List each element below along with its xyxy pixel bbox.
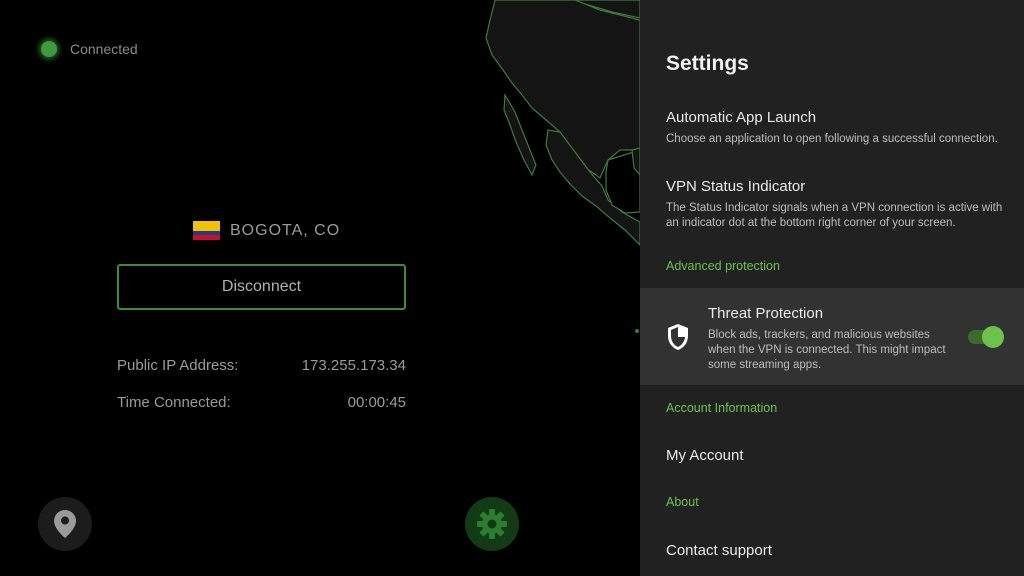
vpn-status-indicator-item[interactable]: VPN Status Indicator The Status Indicato…	[666, 178, 1006, 231]
my-account-item[interactable]: My Account	[666, 447, 744, 464]
location-display: BOGOTA, CO	[193, 221, 340, 240]
vpn-status-indicator-desc: The Status Indicator signals when a VPN …	[666, 202, 1003, 229]
public-ip-row: Public IP Address: 173.255.173.34	[117, 357, 406, 374]
section-advanced-protection: Advanced protection	[666, 259, 780, 273]
location-pin-icon	[54, 510, 76, 538]
public-ip-label: Public IP Address:	[117, 357, 239, 374]
section-account-information: Account Information	[666, 401, 778, 415]
time-connected-label: Time Connected:	[117, 394, 231, 411]
section-about: About	[666, 495, 699, 509]
status-dot-icon	[41, 41, 57, 57]
toggle-knob	[982, 326, 1004, 348]
automatic-app-launch-desc: Choose an application to open following …	[666, 133, 998, 145]
vpn-status-indicator-title: VPN Status Indicator	[666, 178, 806, 195]
settings-panel: Settings Automatic App Launch Choose an …	[640, 0, 1024, 576]
threat-protection-toggle[interactable]	[968, 326, 1004, 348]
contact-support-item[interactable]: Contact support	[666, 542, 772, 559]
automatic-app-launch-item[interactable]: Automatic App Launch Choose an applicati…	[666, 109, 1006, 147]
status-text: Connected	[70, 41, 138, 57]
time-connected-row: Time Connected: 00:00:45	[117, 394, 406, 411]
threat-protection-item[interactable]: Threat Protection Block ads, trackers, a…	[640, 288, 1024, 385]
settings-title: Settings	[666, 52, 749, 75]
gear-icon	[477, 509, 507, 539]
public-ip-value: 173.255.173.34	[301, 357, 406, 374]
settings-button[interactable]	[465, 497, 519, 551]
threat-protection-desc: Block ads, trackers, and malicious websi…	[708, 329, 946, 371]
connection-status: Connected	[41, 41, 138, 57]
location-name: BOGOTA, CO	[230, 221, 341, 239]
shield-icon	[668, 324, 688, 350]
automatic-app-launch-title: Automatic App Launch	[666, 109, 817, 126]
threat-protection-title: Threat Protection	[708, 305, 824, 322]
locations-button[interactable]	[38, 497, 92, 551]
main-pane: Connected BOGOTA, CO Disconnect Public I…	[0, 0, 640, 576]
time-connected-value: 00:00:45	[347, 394, 406, 411]
colombia-flag-icon	[193, 221, 220, 240]
disconnect-button[interactable]: Disconnect	[117, 264, 406, 310]
